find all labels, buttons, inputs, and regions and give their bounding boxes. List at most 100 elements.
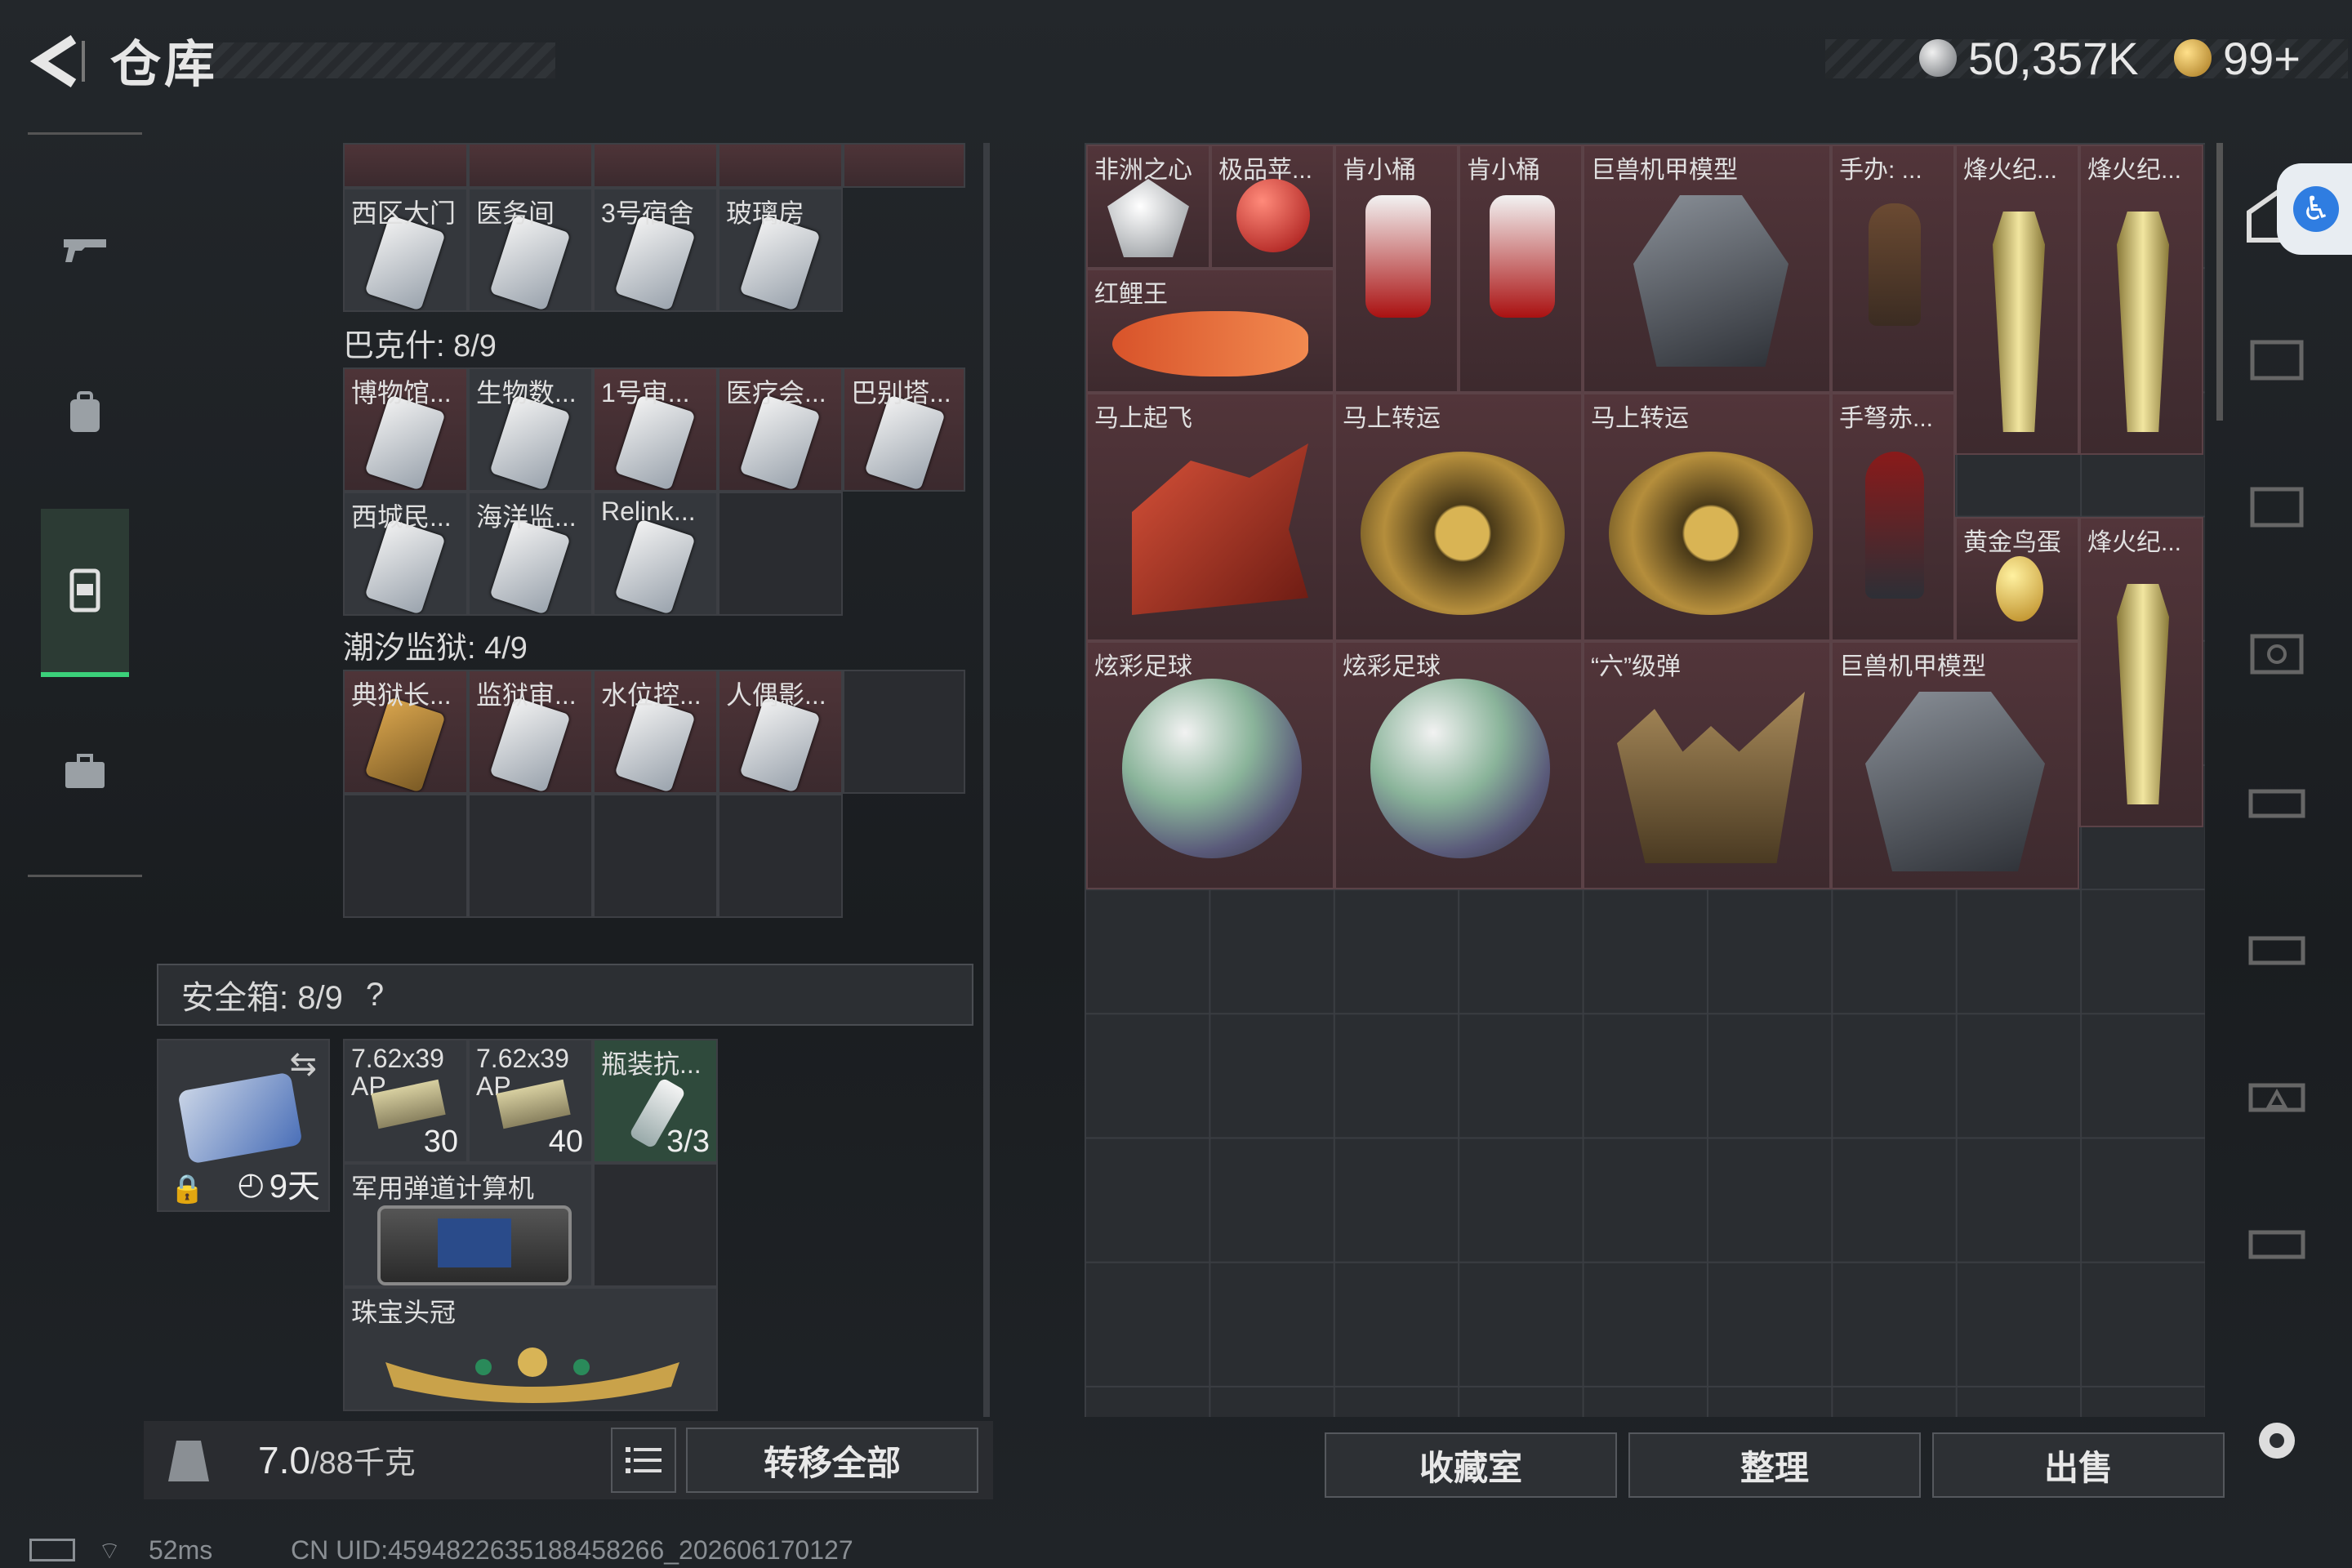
currency-secondary[interactable]: 99+ <box>2174 29 2301 87</box>
keycard-slot[interactable] <box>718 143 843 188</box>
keycard-item[interactable]: 医疗会... <box>718 368 843 492</box>
sidebar-item-gear[interactable] <box>28 331 142 494</box>
warehouse-item[interactable]: 马上转运 <box>1334 393 1583 641</box>
trophy-icon <box>2117 584 2169 804</box>
left-scrollbar[interactable] <box>983 143 990 1417</box>
warehouse-item[interactable]: 烽火纪... <box>2079 517 2203 827</box>
sort-button[interactable]: 整理 <box>1628 1432 1921 1498</box>
keycard-slot[interactable] <box>843 143 965 188</box>
filter-tier-iv-a[interactable] <box>2236 318 2318 400</box>
keycard-slot[interactable] <box>468 143 593 188</box>
warehouse-item[interactable]: 极品苹... <box>1210 145 1334 269</box>
right-scrollbar[interactable] <box>2216 143 2223 421</box>
shaka-hand-icon <box>1617 692 1805 863</box>
keycard-item[interactable]: 西区大门 <box>343 188 468 312</box>
empty-slot[interactable] <box>343 794 468 918</box>
keycard-slot[interactable] <box>593 143 718 188</box>
page-title: 仓库 <box>110 37 219 93</box>
sidebar-item-weapons[interactable] <box>28 167 142 331</box>
keycard-item[interactable]: 人偶影... <box>718 670 843 794</box>
ping-display: 52ms <box>149 1535 213 1565</box>
item-label: 巨兽机甲模型 <box>1591 157 1738 184</box>
item-label: 西区大门 <box>351 198 457 228</box>
filter-gti-d[interactable] <box>2236 1200 2318 1282</box>
filter-gti-b[interactable] <box>2236 906 2318 988</box>
apple-icon <box>1236 179 1310 252</box>
warehouse-item[interactable]: 红鲤王 <box>1086 269 1334 393</box>
keycard-slot[interactable] <box>343 143 468 188</box>
timer-value: 9天 <box>269 1169 320 1205</box>
warehouse-item[interactable]: 黄金鸟蛋 <box>1955 517 2079 641</box>
empty-slot[interactable] <box>843 670 965 794</box>
item-label: 肯小桶 <box>1467 157 1540 184</box>
empty-slot[interactable] <box>718 794 843 918</box>
jewel-crown-item[interactable]: 珠宝头冠 <box>343 1287 718 1411</box>
keycard-item[interactable]: 海洋监... <box>468 492 593 616</box>
item-label: “六”级弹 <box>1591 653 1681 680</box>
warehouse-item[interactable]: 手弩赤... <box>1831 393 1955 641</box>
keycard-item[interactable]: 博物馆... <box>343 368 468 492</box>
fortune-disc-icon <box>1361 452 1565 615</box>
keycard-item[interactable]: 1号审... <box>593 368 718 492</box>
item-label: 黄金鸟蛋 <box>1963 529 2061 556</box>
safebox-container[interactable]: ⇆ 🔒 ◴ 9天 <box>157 1039 330 1212</box>
warehouse-item[interactable]: 巨兽机甲模型 <box>1831 641 2079 889</box>
filter-gti-c[interactable] <box>2236 1054 2318 1135</box>
filter-gti-a[interactable] <box>2236 760 2318 841</box>
empty-slot[interactable] <box>718 492 843 616</box>
item-label: 医务间 <box>476 198 555 228</box>
warehouse-item[interactable]: 手办: ... <box>1831 145 1955 393</box>
settings-button[interactable] <box>2236 1400 2318 1481</box>
empty-slot[interactable] <box>593 1163 718 1287</box>
keycard-item[interactable]: 医务间 <box>468 188 593 312</box>
accessibility-tab[interactable]: ♿ <box>2277 163 2352 255</box>
medicine-item[interactable]: 瓶装抗... 3/3 <box>593 1039 718 1163</box>
warehouse-item[interactable]: “六”级弹 <box>1583 641 1831 889</box>
back-arrow-icon[interactable] <box>24 33 90 90</box>
item-label: 监狱审... <box>476 680 577 710</box>
empty-slot[interactable] <box>593 794 718 918</box>
keycard-item[interactable]: 3号宿舍 <box>593 188 718 312</box>
warehouse-item[interactable]: 烽火纪... <box>1955 145 2079 455</box>
swap-icon[interactable]: ⇆ <box>289 1045 317 1083</box>
empty-slot[interactable] <box>468 794 593 918</box>
transfer-all-button[interactable]: 转移全部 <box>686 1428 978 1493</box>
warehouse-item[interactable]: 巨兽机甲模型 <box>1583 145 1831 393</box>
crown-icon <box>385 1348 679 1403</box>
gun-icon <box>64 239 106 262</box>
silver-coin-icon <box>1919 39 1957 77</box>
ammo-item[interactable]: 7.62x39 AP 30 <box>343 1039 468 1163</box>
filter-tier-v[interactable] <box>2236 612 2318 694</box>
safebox-label: 安全箱: 8/9 <box>181 980 343 1016</box>
ammo-item[interactable]: 7.62x39 AP 40 <box>468 1039 593 1163</box>
warehouse-item[interactable]: 非洲之心 <box>1086 145 1210 269</box>
warehouse-item[interactable]: 炫彩足球 <box>1086 641 1334 889</box>
warehouse-item[interactable]: 烽火纪... <box>2079 145 2203 455</box>
list-view-button[interactable] <box>611 1428 676 1493</box>
keycard-item[interactable]: 玻璃房 <box>718 188 843 312</box>
item-label: 医疗会... <box>726 378 826 408</box>
keycard-item[interactable]: 水位控... <box>593 670 718 794</box>
keycard-item[interactable]: 巴别塔... <box>843 368 965 492</box>
football-icon <box>1370 679 1550 858</box>
keycard-item[interactable]: Relink... <box>593 492 718 616</box>
warehouse-item[interactable]: 炫彩足球 <box>1334 641 1583 889</box>
warehouse-item[interactable]: 肯小桶 <box>1459 145 1583 393</box>
help-icon[interactable]: ? <box>366 977 384 1013</box>
keycard-item[interactable]: 生物数... <box>468 368 593 492</box>
item-label: 人偶影... <box>726 680 826 710</box>
timer: ◴ 9天 <box>238 1160 320 1207</box>
sidebar-item-misc[interactable] <box>28 690 142 853</box>
sell-button[interactable]: 出售 <box>1932 1432 2225 1498</box>
keycard-item[interactable]: 西城民... <box>343 492 468 616</box>
currency-primary[interactable]: 50,357K <box>1919 29 2139 87</box>
warehouse-item[interactable]: 马上起飞 <box>1086 393 1334 641</box>
filter-tier-iv-b[interactable] <box>2236 466 2318 547</box>
sidebar-item-containers[interactable] <box>41 509 129 677</box>
warehouse-item[interactable]: 肯小桶 <box>1334 145 1459 393</box>
collection-room-button[interactable]: 收藏室 <box>1325 1432 1617 1498</box>
ballistic-computer-item[interactable]: 军用弹道计算机 <box>343 1163 593 1287</box>
warehouse-item[interactable]: 马上转运 <box>1583 393 1831 641</box>
keycard-item[interactable]: 监狱审... <box>468 670 593 794</box>
keycard-item[interactable]: 典狱长... <box>343 670 468 794</box>
